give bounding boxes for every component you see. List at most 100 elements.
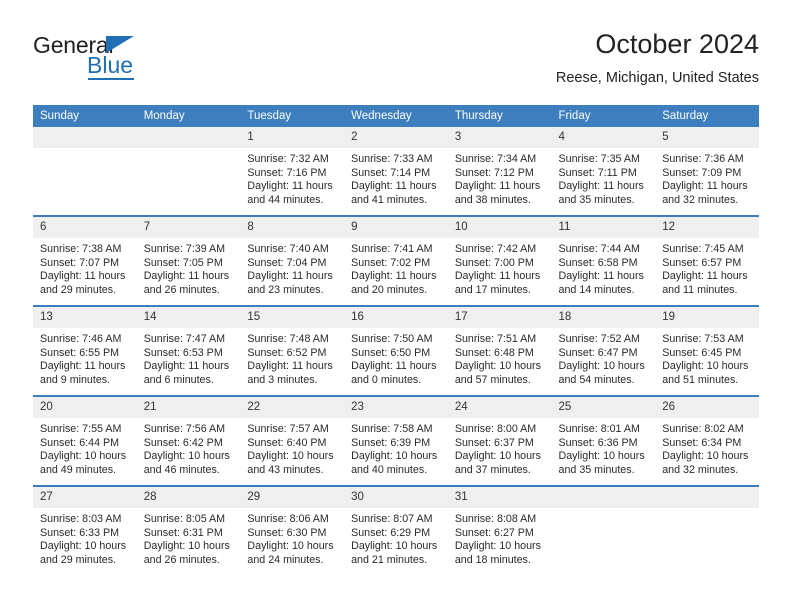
daylight-duration-line2: and 49 minutes.: [40, 463, 117, 476]
calendar-day-cell[interactable]: 13 Sunrise: 7:46 AM Sunset: 6:55 PM Dayligh…: [33, 305, 137, 396]
day-number: 16: [344, 307, 448, 328]
calendar-week-row: 6 Sunrise: 7:38 AM Sunset: 7:07 PM Daylight…: [33, 215, 759, 306]
calendar-day-cell[interactable]: 7 Sunrise: 7:39 AM Sunset: 7:05 PM Daylight…: [136, 215, 241, 306]
daylight-duration-line2: and 40 minutes.: [351, 463, 428, 476]
sunset-time: Sunset: 6:58 PM: [558, 256, 638, 269]
calendar-day-cell[interactable]: 16 Sunrise: 7:50 AM Sunset: 6:50 PM Dayligh…: [344, 305, 448, 396]
day-number: 4: [551, 127, 656, 148]
day-details: Sunrise: 8:05 AM Sunset: 6:31 PM Daylight:…: [137, 508, 241, 567]
day-details: Sunrise: 8:06 AM Sunset: 6:30 PM Daylight:…: [240, 508, 344, 567]
sunset-time: Sunset: 6:45 PM: [662, 346, 742, 359]
calendar-day-cell[interactable]: 31 Sunrise: 8:08 AM Sunset: 6:27 PM Dayligh…: [447, 485, 552, 575]
daylight-duration-line1: Daylight: 10 hours: [454, 540, 541, 553]
calendar-day-cell[interactable]: 12 Sunrise: 7:45 AM Sunset: 6:57 PM Dayligh…: [655, 215, 759, 306]
day-number: [655, 487, 759, 508]
calendar-day-cell[interactable]: 24 Sunrise: 8:00 AM Sunset: 6:37 PM Dayligh…: [447, 395, 552, 486]
calendar-day-cell[interactable]: 8 Sunrise: 7:40 AM Sunset: 7:04 PM Daylight…: [240, 215, 345, 306]
day-number: 27: [33, 487, 137, 508]
sunrise-time: Sunrise: 7:50 AM: [351, 333, 433, 345]
day-number: 18: [551, 307, 656, 328]
sunrise-time: Sunrise: 7:33 AM: [351, 153, 433, 165]
sunset-time: Sunset: 7:16 PM: [247, 166, 327, 179]
sunset-time: Sunset: 7:05 PM: [143, 256, 223, 269]
sunrise-time: Sunrise: 7:38 AM: [40, 243, 122, 255]
calendar-day-cell[interactable]: 22 Sunrise: 7:57 AM Sunset: 6:40 PM Dayligh…: [240, 395, 345, 486]
weekday-header-wednesday: Wednesday: [344, 105, 448, 127]
calendar-day-cell[interactable]: 1 Sunrise: 7:32 AM Sunset: 7:16 PM Daylight…: [240, 127, 345, 216]
sunrise-time: Sunrise: 8:03 AM: [40, 513, 122, 525]
daylight-duration-line2: and 57 minutes.: [454, 373, 531, 386]
calendar-day-cell[interactable]: 21 Sunrise: 7:56 AM Sunset: 6:42 PM Dayligh…: [136, 395, 241, 486]
calendar-week-row: 20 Sunrise: 7:55 AM Sunset: 6:44 PM Dayligh…: [33, 395, 759, 486]
calendar-day-cell-empty: [136, 127, 241, 216]
day-details: Sunrise: 7:35 AM Sunset: 7:11 PM Daylight:…: [552, 148, 656, 207]
daylight-duration-line2: and 51 minutes.: [662, 373, 739, 386]
day-number: 14: [136, 307, 241, 328]
daylight-duration-line2: and 54 minutes.: [558, 373, 635, 386]
day-details: Sunrise: 7:41 AM Sunset: 7:02 PM Daylight:…: [344, 238, 448, 297]
calendar-day-cell[interactable]: 2 Sunrise: 7:33 AM Sunset: 7:14 PM Daylight…: [344, 127, 448, 216]
daylight-duration-line1: Daylight: 10 hours: [662, 360, 749, 373]
day-details: Sunrise: 7:42 AM Sunset: 7:00 PM Daylight:…: [448, 238, 552, 297]
day-number: 6: [33, 217, 137, 238]
calendar-day-cell[interactable]: 29 Sunrise: 8:06 AM Sunset: 6:30 PM Dayligh…: [240, 485, 345, 575]
sunset-time: Sunset: 7:14 PM: [351, 166, 431, 179]
day-number: 22: [240, 397, 345, 418]
sunrise-time: Sunrise: 7:41 AM: [351, 243, 433, 255]
calendar-day-cell[interactable]: 28 Sunrise: 8:05 AM Sunset: 6:31 PM Dayligh…: [136, 485, 241, 575]
day-number: 19: [655, 307, 759, 328]
day-number: 24: [447, 397, 552, 418]
calendar-day-cell[interactable]: 10 Sunrise: 7:42 AM Sunset: 7:00 PM Dayligh…: [447, 215, 552, 306]
sunrise-time: Sunrise: 8:00 AM: [454, 423, 537, 435]
calendar-day-cell[interactable]: 18 Sunrise: 7:52 AM Sunset: 6:47 PM Dayligh…: [551, 305, 656, 396]
day-details: Sunrise: 7:52 AM Sunset: 6:47 PM Daylight:…: [552, 328, 656, 387]
day-number: 9: [344, 217, 448, 238]
calendar-day-cell[interactable]: 23 Sunrise: 7:58 AM Sunset: 6:39 PM Dayligh…: [344, 395, 448, 486]
calendar-day-cell[interactable]: 4 Sunrise: 7:35 AM Sunset: 7:11 PM Daylight…: [551, 127, 656, 216]
day-number: 10: [447, 217, 552, 238]
calendar-day-cell[interactable]: 15 Sunrise: 7:48 AM Sunset: 6:52 PM Dayligh…: [240, 305, 345, 396]
day-details: Sunrise: 7:36 AM Sunset: 7:09 PM Daylight:…: [655, 148, 759, 207]
calendar-day-cell[interactable]: 17 Sunrise: 7:51 AM Sunset: 6:48 PM Dayligh…: [447, 305, 552, 396]
logo-underline: [88, 78, 134, 80]
calendar-day-cell[interactable]: 9 Sunrise: 7:41 AM Sunset: 7:02 PM Daylight…: [344, 215, 448, 306]
calendar-day-cell[interactable]: 20 Sunrise: 7:55 AM Sunset: 6:44 PM Dayligh…: [33, 395, 137, 486]
sunrise-time: Sunrise: 7:57 AM: [247, 423, 329, 435]
sunrise-sunset-calendar: Sunday Monday Tuesday Wednesday Thursday…: [33, 105, 759, 575]
day-number: 31: [447, 487, 552, 508]
day-details: Sunrise: 7:57 AM Sunset: 6:40 PM Daylight:…: [240, 418, 344, 477]
day-details: Sunrise: 7:34 AM Sunset: 7:12 PM Daylight:…: [448, 148, 552, 207]
calendar-day-cell[interactable]: 5 Sunrise: 7:36 AM Sunset: 7:09 PM Daylight…: [655, 127, 759, 216]
daylight-duration-line1: Daylight: 10 hours: [351, 540, 438, 553]
daylight-duration-line1: Daylight: 11 hours: [143, 360, 230, 373]
sunset-time: Sunset: 6:27 PM: [454, 526, 534, 539]
calendar-day-cell[interactable]: 30 Sunrise: 8:07 AM Sunset: 6:29 PM Dayligh…: [344, 485, 448, 575]
sunrise-time: Sunrise: 8:01 AM: [558, 423, 640, 435]
sunset-time: Sunset: 6:57 PM: [662, 256, 742, 269]
daylight-duration-line1: Daylight: 10 hours: [40, 540, 127, 553]
calendar-day-cell[interactable]: 25 Sunrise: 8:01 AM Sunset: 6:36 PM Dayligh…: [551, 395, 656, 486]
page-title: October 2024: [595, 29, 759, 59]
daylight-duration-line2: and 24 minutes.: [247, 553, 324, 566]
calendar-day-cell[interactable]: 19 Sunrise: 7:53 AM Sunset: 6:45 PM Dayligh…: [655, 305, 759, 396]
sunset-time: Sunset: 7:11 PM: [558, 166, 637, 179]
calendar-day-cell-empty: [655, 485, 759, 575]
calendar-day-cell[interactable]: 3 Sunrise: 7:34 AM Sunset: 7:12 PM Daylight…: [447, 127, 552, 216]
daylight-duration-line1: Daylight: 11 hours: [247, 180, 333, 193]
weekday-header-friday: Friday: [551, 105, 656, 127]
sunset-time: Sunset: 7:09 PM: [662, 166, 742, 179]
daylight-duration-line1: Daylight: 10 hours: [247, 540, 334, 553]
calendar-day-cell[interactable]: 27 Sunrise: 8:03 AM Sunset: 6:33 PM Dayligh…: [33, 485, 137, 575]
calendar-day-cell[interactable]: 11 Sunrise: 7:44 AM Sunset: 6:58 PM Dayligh…: [551, 215, 656, 306]
calendar-day-cell[interactable]: 26 Sunrise: 8:02 AM Sunset: 6:34 PM Dayligh…: [655, 395, 759, 486]
calendar-day-cell[interactable]: 14 Sunrise: 7:47 AM Sunset: 6:53 PM Dayligh…: [136, 305, 241, 396]
sunset-time: Sunset: 7:07 PM: [40, 256, 120, 269]
daylight-duration-line2: and 26 minutes.: [143, 283, 220, 296]
weekday-header-tuesday: Tuesday: [240, 105, 345, 127]
daylight-duration-line1: Daylight: 10 hours: [143, 540, 230, 553]
daylight-duration-line2: and 14 minutes.: [558, 283, 635, 296]
daylight-duration-line2: and 32 minutes.: [662, 463, 739, 476]
calendar-day-cell[interactable]: 6 Sunrise: 7:38 AM Sunset: 7:07 PM Daylight…: [33, 215, 137, 306]
daylight-duration-line1: Daylight: 11 hours: [454, 270, 541, 283]
day-details: Sunrise: 7:47 AM Sunset: 6:53 PM Daylight:…: [137, 328, 241, 387]
